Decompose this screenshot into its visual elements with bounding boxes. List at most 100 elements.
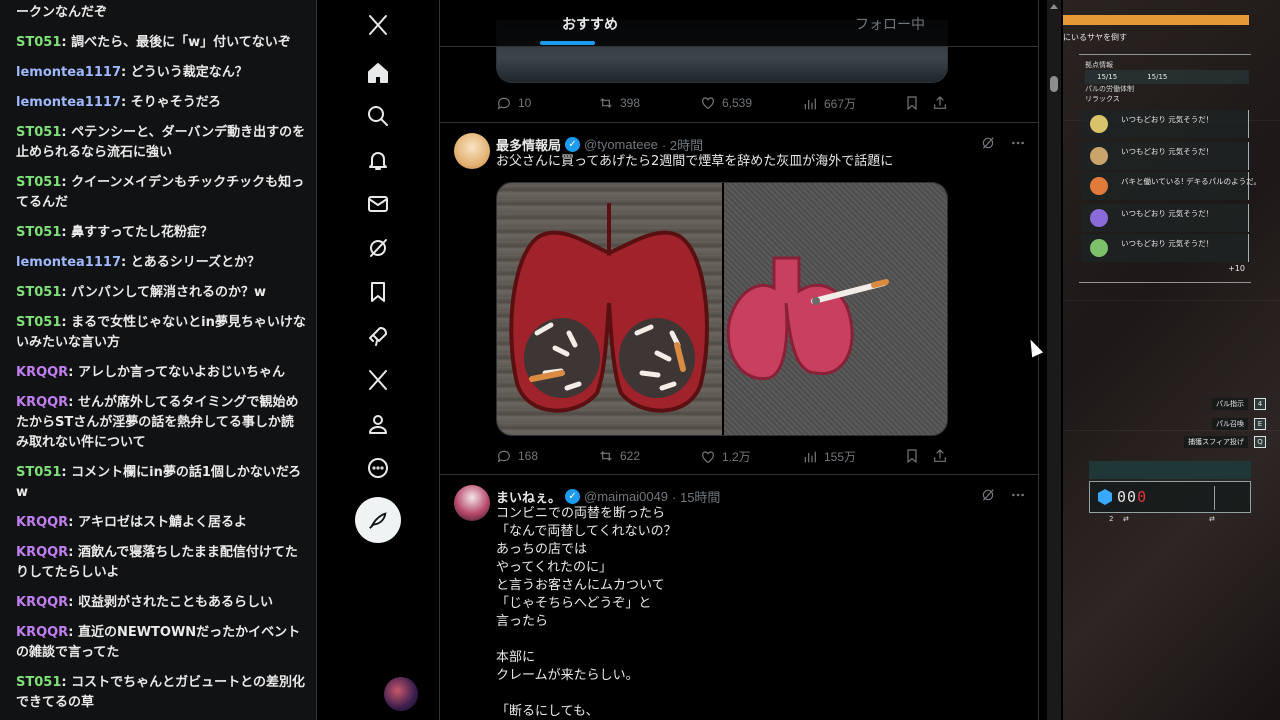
chat-username[interactable]: KRQQR	[16, 625, 68, 640]
panel-line	[1079, 54, 1251, 55]
feather-icon	[369, 512, 387, 529]
scrollbar-thumb[interactable]	[1050, 76, 1058, 92]
tweet-text: お父さんに買ってあげたら2週間で煙草を辞めた灰皿が海外で話題に	[496, 154, 894, 169]
premium-icon[interactable]	[364, 322, 392, 350]
chat-username[interactable]: lemontea1117	[16, 95, 121, 110]
more-options-icon[interactable]	[1010, 135, 1026, 151]
repost-button[interactable]: 398	[598, 95, 640, 111]
bookmarks-icon[interactable]	[364, 278, 392, 306]
share-button[interactable]	[932, 448, 948, 464]
x-logo-icon[interactable]	[364, 11, 392, 39]
bed-count: 15/15	[1147, 73, 1168, 81]
grok-icon[interactable]	[980, 487, 996, 503]
grok-icon[interactable]	[364, 234, 392, 262]
tweet-avatar[interactable]	[454, 133, 490, 169]
repost-button[interactable]: 622	[598, 448, 640, 464]
chat-username[interactable]: lemontea1117	[16, 255, 121, 270]
tweet-header: まいねぇ。 ✓ @maimai0049 · 15時間	[496, 487, 720, 506]
pal-status-row: いつもどおり 元気そうだ！	[1081, 110, 1249, 138]
tweet-tools	[980, 487, 1026, 503]
chat-username[interactable]: ST051	[16, 35, 61, 50]
reply-button[interactable]: 168	[496, 448, 538, 464]
like-button[interactable]: 6,539	[700, 95, 752, 111]
views-button[interactable]: 155万	[802, 448, 856, 465]
bookmark-button[interactable]	[904, 95, 920, 111]
base-info-panel: 拠点情報 15/15 15/15 パルの労働体制 リラックス いつもどおり 元気…	[1079, 54, 1261, 286]
post-button[interactable]	[355, 497, 401, 543]
profile-icon[interactable]	[364, 410, 392, 438]
pal-status-row: バキと働いている! デキるパルのようだ。	[1081, 172, 1261, 200]
ashtray-photo-right[interactable]	[724, 183, 947, 435]
more-icon[interactable]	[364, 454, 392, 482]
chat-username[interactable]: ST051	[16, 675, 61, 690]
reply-button[interactable]: 10	[496, 95, 531, 111]
tweet-media[interactable]	[496, 182, 948, 436]
like-button[interactable]: 1.2万	[700, 448, 751, 465]
tweet-time[interactable]: · 2時間	[662, 135, 703, 154]
chat-message: ST051: 調べたら、最後に「w」付いてないぞ	[16, 35, 291, 50]
ashtray-photo-left[interactable]	[497, 183, 722, 435]
chat-message: KRQQR: せんが席外してるタイミングで観始めたからSTさんが淫夢の話を熱弁し…	[16, 395, 299, 450]
chat-username[interactable]: ST051	[16, 285, 61, 300]
hud-divider	[1214, 486, 1215, 510]
chat-username[interactable]: KRQQR	[16, 395, 68, 410]
tweet-time[interactable]: · 15時間	[672, 487, 720, 506]
views-icon	[804, 451, 816, 462]
chat-message: ST051: ペテンシーと、ダーバンデ動き出すのを止められるなら流石に強い	[16, 125, 306, 160]
author-handle[interactable]: @maimai0049	[584, 489, 668, 504]
swap-icon: ⇄	[1209, 515, 1215, 523]
bookmark-button[interactable]	[904, 448, 920, 464]
chat-username[interactable]: KRQQR	[16, 365, 68, 380]
chat-message: lemontea1117: とあるシリーズとか？	[16, 255, 261, 270]
pal-portrait-icon	[1090, 115, 1108, 133]
views-button[interactable]: 667万	[802, 95, 856, 112]
x-premium-icon[interactable]	[364, 366, 392, 394]
heart-icon	[702, 97, 714, 110]
timeline-tabs: おすすめ フォロー中	[440, 0, 1038, 47]
chat-message: KRQQR: 酒飲んで寝落ちしたまま配信付けてたりしてたらしいよ	[16, 545, 298, 580]
reply-count: 168	[518, 449, 539, 463]
base-info-title: 拠点情報	[1085, 61, 1113, 69]
messages-icon[interactable]	[364, 190, 392, 218]
account-avatar[interactable]	[384, 677, 418, 711]
scroll-up-arrow-icon[interactable]	[1050, 4, 1058, 9]
chat-username[interactable]: ST051	[16, 225, 61, 240]
author-handle[interactable]: @tyomateee	[584, 137, 658, 152]
chat-text: パンパンして解消されるのか？w	[71, 285, 267, 300]
pal-portrait-icon	[1090, 239, 1108, 257]
stream-chat-panel: lemontea1117: メタガードの名前がサナエトークンなんだぞ ST051:…	[0, 0, 316, 720]
grok-icon[interactable]	[980, 135, 996, 151]
author-name[interactable]: まいねぇ。	[496, 487, 561, 506]
chat-username[interactable]: ST051	[16, 175, 61, 190]
share-button[interactable]	[932, 95, 948, 111]
chat-username[interactable]: ST051	[16, 315, 61, 330]
chat-message: ST051: コメント欄にin夢の話1個しかないだろw	[16, 465, 302, 500]
chat-username[interactable]: KRQQR	[16, 545, 68, 560]
chat-username[interactable]: KRQQR	[16, 595, 68, 610]
tweet-tools	[980, 135, 1026, 151]
tab-for-you[interactable]: おすすめ	[440, 0, 740, 47]
chat-text: どういう裁定なん？	[130, 65, 248, 80]
notifications-icon[interactable]	[364, 146, 392, 174]
chat-username[interactable]: KRQQR	[16, 515, 68, 530]
pal-status-text: いつもどおり 元気そうだ！	[1121, 209, 1214, 218]
chat-username[interactable]: ST051	[16, 125, 61, 140]
key-hint-label: パル指示	[1212, 398, 1248, 410]
more-options-icon[interactable]	[1010, 487, 1026, 503]
search-icon[interactable]	[364, 102, 392, 130]
reply-icon	[497, 97, 510, 110]
tweet-avatar[interactable]	[454, 485, 490, 521]
chat-message: ST051: クイーンメイデンもチックチックも知ってるんだ	[16, 175, 305, 210]
repost-count: 398	[620, 96, 641, 110]
home-icon[interactable]	[364, 59, 392, 87]
chat-username[interactable]: ST051	[16, 465, 61, 480]
chat-username[interactable]: lemontea1117	[16, 65, 121, 80]
like-count: 1.2万	[722, 450, 751, 464]
tab-following[interactable]: フォロー中	[740, 0, 1038, 47]
author-name[interactable]: 最多情報局	[496, 135, 561, 154]
heart-icon	[702, 450, 714, 463]
share-icon	[934, 449, 946, 462]
tweet-divider	[440, 474, 1038, 475]
pal-portrait-icon	[1090, 147, 1108, 165]
browser-scrollbar[interactable]	[1047, 0, 1061, 720]
